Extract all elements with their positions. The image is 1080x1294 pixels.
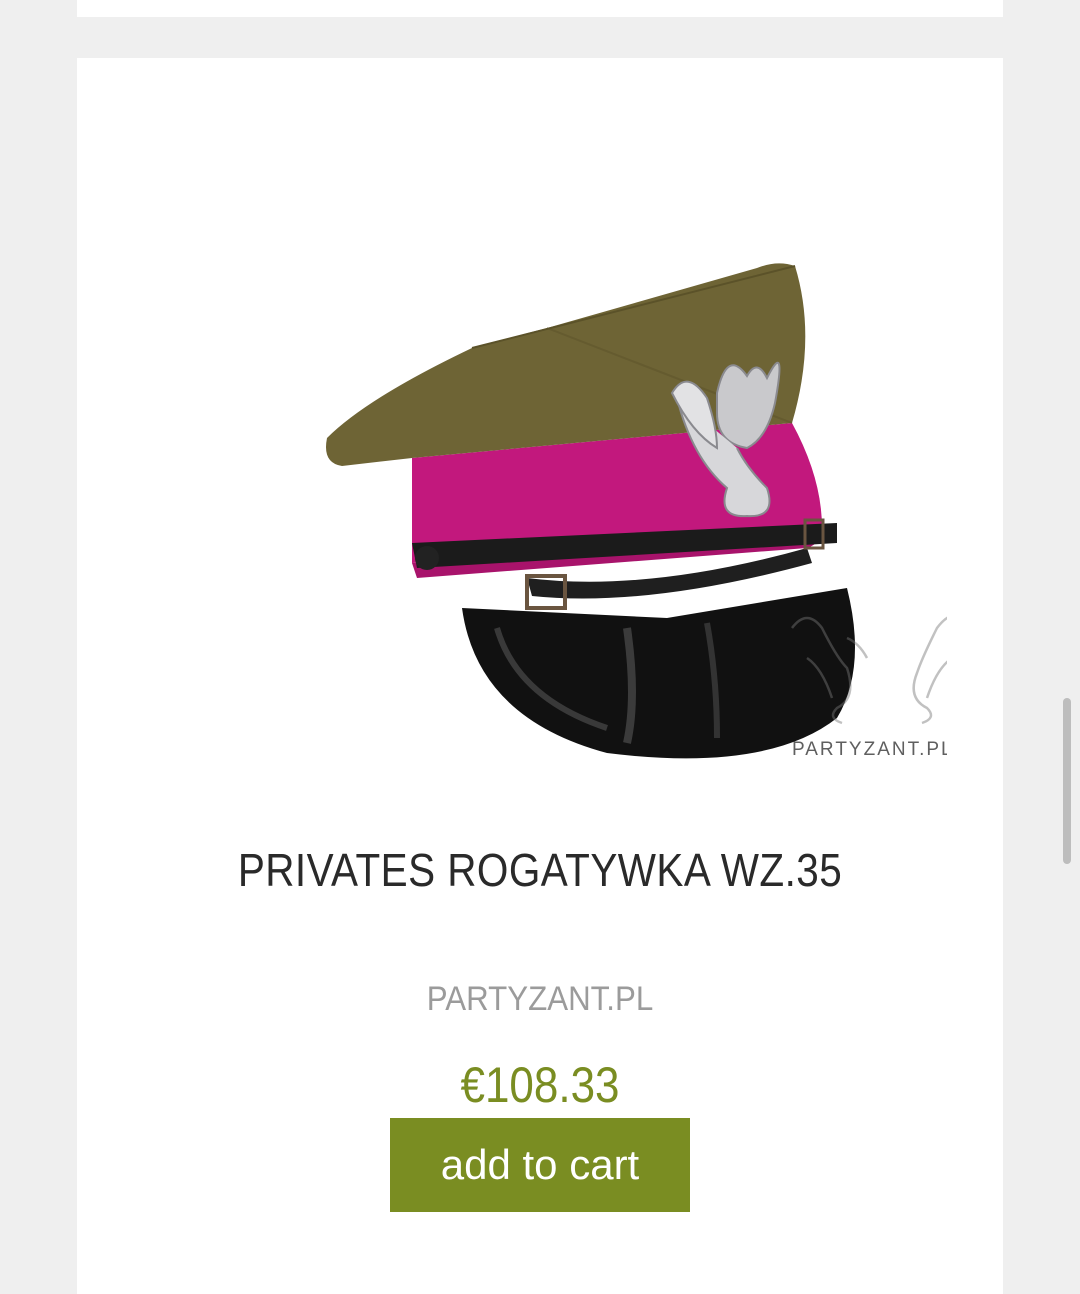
product-price: €108.33 [460,1057,620,1113]
product-card: PARTYZANT.PL PRIVATES ROGATYWKA WZ.35 PA… [77,58,1003,1294]
previous-product-card [77,0,1003,17]
image-watermark-text: PARTYZANT.PL [792,739,947,760]
product-image[interactable]: PARTYZANT.PL [247,198,947,778]
scrollbar-thumb[interactable] [1063,698,1071,864]
product-title[interactable]: PRIVATES ROGATYWKA WZ.35 [133,843,948,897]
add-to-cart-button[interactable]: add to cart [390,1118,690,1212]
vendor-name[interactable]: PARTYZANT.PL [114,980,966,1019]
